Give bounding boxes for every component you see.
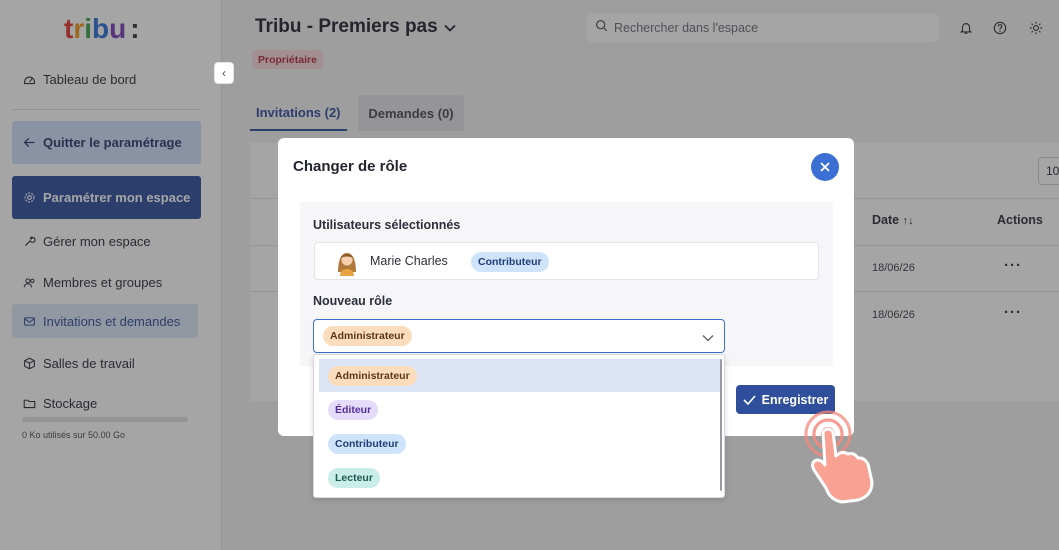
dialog-body: Utilisateurs sélectionnés Marie Charles …	[300, 202, 833, 366]
role-select[interactable]: Administrateur	[313, 319, 725, 353]
dropdown-scrollbar[interactable]	[720, 359, 722, 491]
close-dialog-button[interactable]	[811, 153, 839, 181]
role-option-contributor[interactable]: Contributeur	[319, 427, 721, 460]
user-name: Marie Charles	[370, 254, 448, 268]
tap-pointer-icon	[798, 408, 888, 508]
chevron-down-icon	[702, 329, 714, 347]
avatar	[335, 248, 359, 276]
collapse-sidebar-button[interactable]: ‹	[214, 62, 234, 84]
role-option-reader[interactable]: Lecteur	[319, 461, 721, 494]
chevron-left-icon: ‹	[222, 66, 226, 80]
dialog-title: Changer de rôle	[293, 158, 408, 175]
check-icon	[743, 394, 756, 405]
save-button-label: Enregistrer	[761, 392, 829, 407]
role-option-editor[interactable]: Éditeur	[319, 393, 721, 426]
selected-users-label: Utilisateurs sélectionnés	[313, 218, 461, 232]
new-role-label: Nouveau rôle	[313, 294, 393, 308]
selected-role-badge: Administrateur	[323, 326, 412, 346]
role-options-list: Administrateur Éditeur Contributeur Lect…	[313, 354, 725, 498]
user-role-badge: Contributeur	[471, 252, 549, 272]
role-option-administrator[interactable]: Administrateur	[319, 359, 721, 392]
selected-user-card: Marie Charles Contributeur	[314, 242, 819, 280]
close-icon	[820, 162, 830, 172]
